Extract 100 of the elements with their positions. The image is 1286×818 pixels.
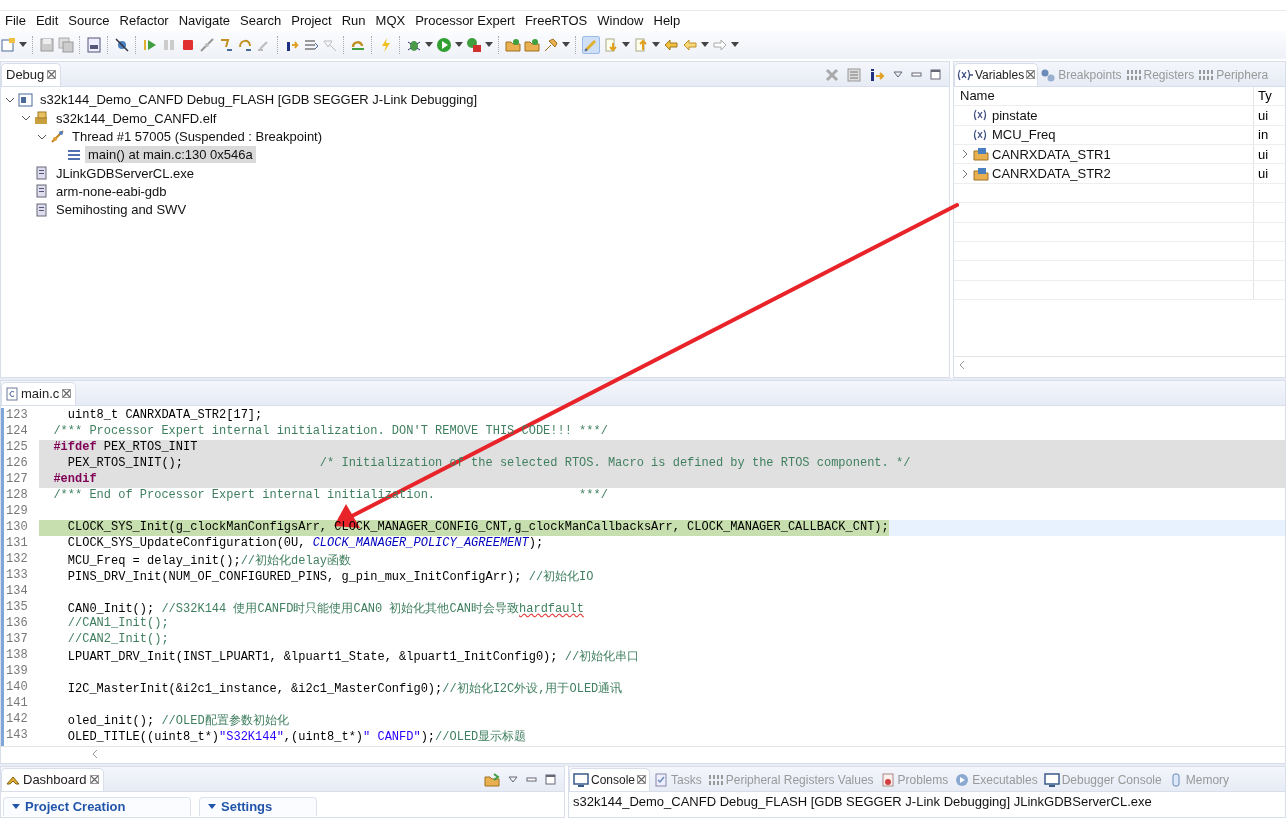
- tree-item[interactable]: main() at main.c:130 0x546a: [85, 146, 256, 164]
- import-icon[interactable]: [484, 772, 500, 787]
- caret-icon[interactable]: [455, 41, 463, 48]
- column-header[interactable]: Ty: [1254, 88, 1272, 104]
- section-header[interactable]: Project Creation: [3, 796, 191, 816]
- view-menu-icon[interactable]: [893, 70, 903, 79]
- caret-icon[interactable]: [562, 41, 570, 48]
- menu-item[interactable]: Processor Expert: [410, 13, 520, 29]
- thread-icon: [50, 128, 66, 145]
- maximize-icon[interactable]: [545, 774, 556, 786]
- line-number: 138: [5, 647, 29, 664]
- panel-tab[interactable]: Dashboard: [1, 767, 104, 791]
- variable-name[interactable]: CANRXDATA_STR2: [992, 166, 1111, 181]
- caret-icon[interactable]: [19, 41, 27, 48]
- panel-tab[interactable]: Variables: [954, 62, 1039, 86]
- menu-item[interactable]: Search: [235, 13, 287, 29]
- console-icon: [573, 771, 589, 788]
- line-number: 143: [5, 727, 29, 744]
- folder-icon: [973, 146, 989, 163]
- code-line: LPUART_DRV_Init(INST_LPUART1, &lpuart1_State, &lpuart1_InitConfig0); //初始化串口: [66, 648, 640, 664]
- caret-icon[interactable]: [701, 41, 709, 48]
- program-icon: [34, 165, 50, 182]
- skip-breakpoints-icon[interactable]: [114, 36, 130, 53]
- problems-icon: [879, 771, 896, 788]
- code-line: CLOCK_SYS_UpdateConfiguration(0U, CLOCK_MANAGER_POLICY_AGREEMENT);: [66, 535, 544, 552]
- line-number: 126: [5, 455, 29, 472]
- caret-icon[interactable]: [731, 41, 739, 48]
- close-icon[interactable]: [89, 775, 99, 785]
- tree-item[interactable]: arm-none-eabi-gdb: [53, 182, 170, 200]
- view-menu-icon[interactable]: [508, 775, 518, 784]
- panel-tab[interactable]: main.c: [1, 381, 77, 405]
- chevron-right-icon[interactable]: [960, 168, 970, 179]
- chevron-right-icon[interactable]: [960, 149, 970, 160]
- caret-icon: [12, 803, 20, 810]
- section-header[interactable]: Settings: [199, 796, 317, 816]
- pin-icon[interactable]: [543, 36, 559, 53]
- caret-icon[interactable]: [485, 41, 493, 48]
- column-header[interactable]: Name: [960, 88, 995, 104]
- table-cell-text: ui: [1257, 166, 1269, 181]
- table-cell-text: ui: [1257, 146, 1269, 162]
- open-folder-icon[interactable]: [524, 36, 540, 53]
- tree-item[interactable]: s32k144_Demo_CANFD Debug_FLASH [GDB SEGGER J-Link Debugging]: [37, 91, 481, 109]
- tree-item[interactable]: Thread #1 57005 (Suspended : Breakpoint): [69, 128, 326, 145]
- line-number: 123: [5, 407, 29, 424]
- highlight-toggle[interactable]: [582, 35, 600, 54]
- line-number: 141: [5, 695, 29, 712]
- menu-item[interactable]: FreeRTOS: [519, 13, 593, 29]
- code-line: //CAN1_Init();: [66, 615, 169, 632]
- dashboard-icon: [6, 774, 20, 785]
- line-number: 133: [5, 567, 29, 584]
- scroll-left-icon[interactable]: [958, 359, 966, 370]
- code-line: //CAN2_Init();: [66, 631, 169, 648]
- step-into-icon[interactable]: [218, 36, 234, 53]
- menu-item[interactable]: Edit: [30, 13, 64, 29]
- open-folder-icon[interactable]: [505, 36, 521, 53]
- external-tool-icon[interactable]: [466, 36, 482, 53]
- process-icon: [34, 110, 50, 127]
- panel-tab[interactable]: Console: [569, 767, 651, 791]
- menu-item[interactable]: Run: [336, 13, 371, 29]
- code-line: /*** Processor Expert internal initialization. DON'T REMOVE THIS CODE!!! ***/: [52, 423, 608, 440]
- scroll-left-icon[interactable]: [91, 749, 99, 759]
- binary-file-icon[interactable]: [86, 36, 102, 53]
- minimize-icon[interactable]: [911, 70, 922, 79]
- tree-item[interactable]: Semihosting and SWV: [53, 201, 190, 219]
- maximize-icon[interactable]: [930, 69, 941, 81]
- line-number: 128: [5, 487, 29, 504]
- close-icon[interactable]: [1026, 70, 1036, 80]
- caret-icon[interactable]: [652, 41, 660, 48]
- code-line: CAN0_Init(); //S32K144 使用CANFD时只能使用CAN0 初始化其他CAN时会导致hardfault: [66, 600, 584, 616]
- line-number: 135: [5, 599, 29, 616]
- panel-tab[interactable]: Debug: [1, 62, 62, 86]
- menu-item[interactable]: Refactor: [114, 13, 174, 29]
- menu-item[interactable]: Help: [648, 13, 686, 29]
- launch-icon: [18, 91, 34, 108]
- line-number: 137: [5, 631, 29, 648]
- menu-item[interactable]: Source: [63, 13, 115, 29]
- caret-icon[interactable]: [425, 41, 433, 48]
- menu-item[interactable]: Project: [286, 13, 337, 29]
- menu-item[interactable]: MQX: [370, 13, 411, 29]
- code-line: #endif: [52, 471, 97, 488]
- tree-item[interactable]: s32k144_Demo_CANFD.elf: [53, 109, 220, 127]
- executable-icon: [954, 771, 971, 788]
- close-icon[interactable]: [47, 70, 57, 80]
- menu-item[interactable]: Navigate: [173, 13, 235, 29]
- close-icon[interactable]: [62, 389, 72, 398]
- menu-item[interactable]: Window: [592, 13, 649, 29]
- tree-item[interactable]: JLinkGDBServerCL.exe: [53, 164, 197, 182]
- caret-icon[interactable]: [622, 41, 630, 48]
- instruction-step-icon[interactable]: [869, 67, 885, 82]
- variable-name[interactable]: MCU_Freq: [992, 127, 1056, 143]
- code-line: PINS_DRV_Init(NUM_OF_CONFIGURED_PINS, g_pin_mux_InitConfigArr); //初始化IO: [66, 568, 594, 584]
- code-line: oled_init(); //OLED配置参数初始化: [66, 712, 289, 728]
- variable-name[interactable]: pinstate: [992, 107, 1038, 123]
- disconnect-icon[interactable]: [199, 36, 215, 53]
- line-number: 136: [5, 615, 29, 632]
- minimize-icon[interactable]: [526, 775, 537, 784]
- close-icon[interactable]: [637, 775, 647, 785]
- line-number: 134: [5, 583, 29, 600]
- menu-item[interactable]: File: [0, 13, 31, 29]
- variable-name[interactable]: CANRXDATA_STR1: [992, 146, 1111, 162]
